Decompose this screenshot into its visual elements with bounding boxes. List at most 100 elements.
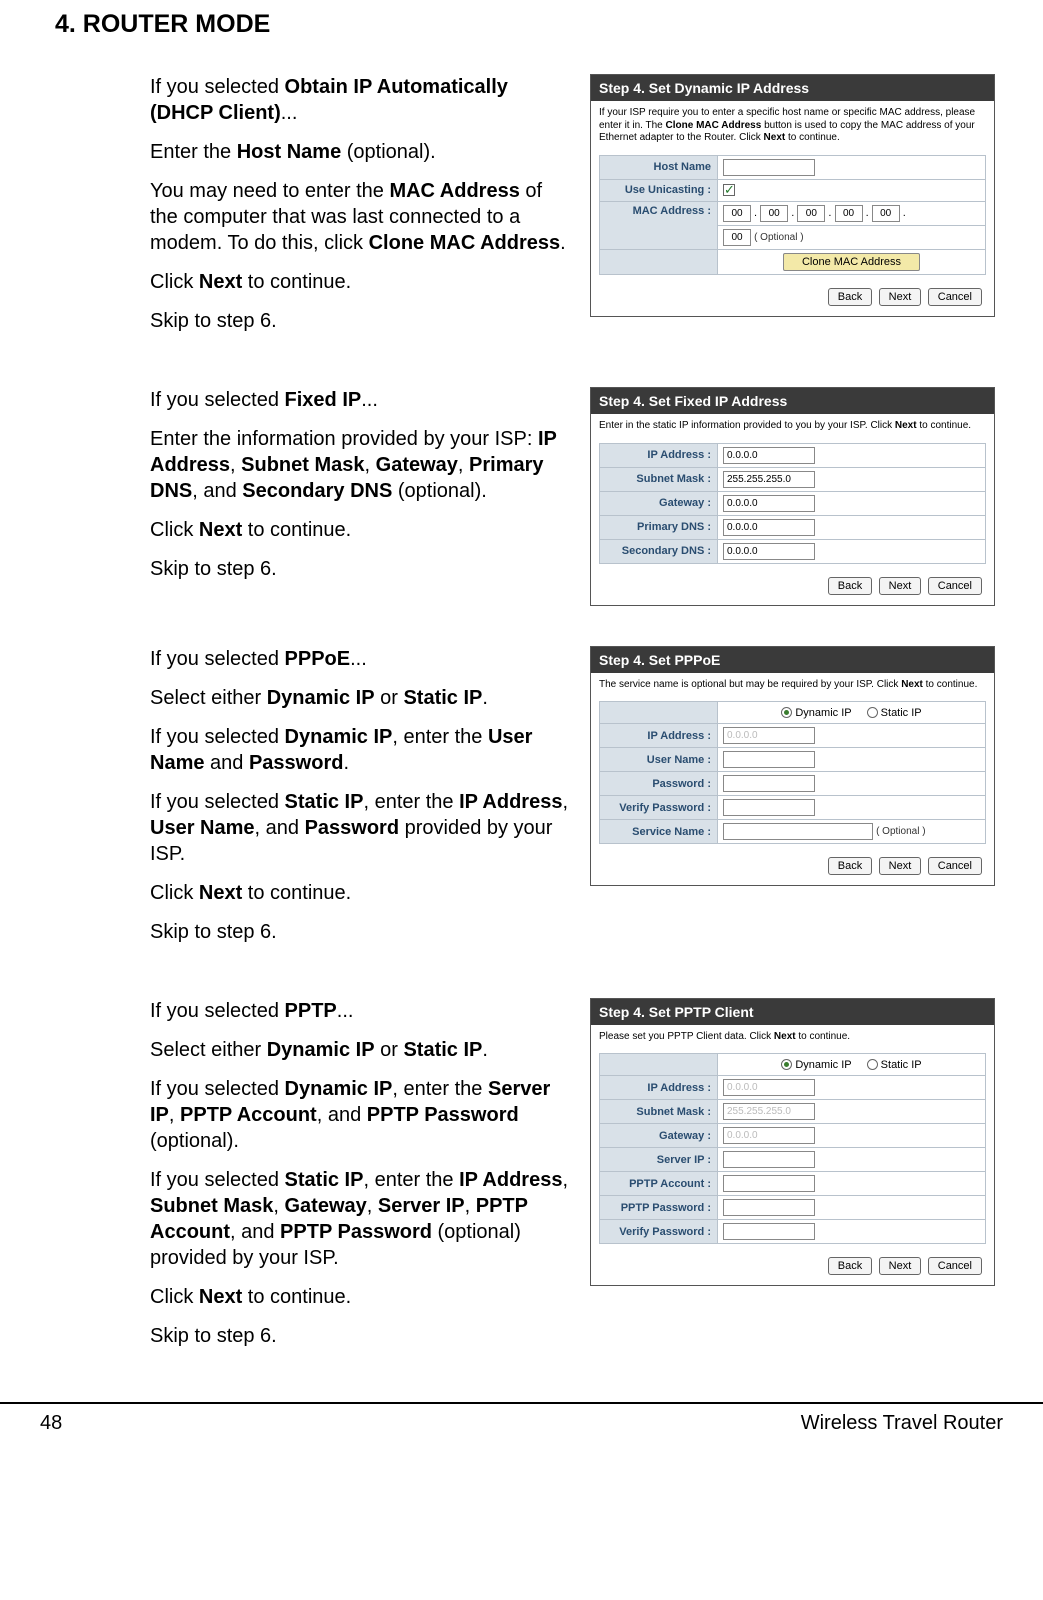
- row-sip-label: Server IP :: [600, 1148, 718, 1172]
- t: You may need to enter the: [150, 180, 389, 202]
- sdns-input[interactable]: [723, 543, 815, 560]
- row-vpass-label: Verify Password :: [600, 796, 718, 820]
- pdns-input[interactable]: [723, 519, 815, 536]
- pptp-text: If you selected PPTP... Select either Dy…: [150, 998, 570, 1362]
- dhcp-panel: Step 4. Set Dynamic IP Address If your I…: [590, 74, 995, 317]
- t: Click: [150, 271, 199, 293]
- radio-static-ip[interactable]: Static IP: [867, 707, 922, 719]
- t: If you selected: [150, 389, 285, 411]
- next-button[interactable]: Next: [879, 288, 922, 306]
- use-unicast-checkbox[interactable]: [723, 184, 735, 196]
- ip-input[interactable]: [723, 1079, 815, 1096]
- pppoe-panel: Step 4. Set PPPoE The service name is op…: [590, 646, 995, 887]
- server-ip-input[interactable]: [723, 1151, 815, 1168]
- pppoe-panel-title: Step 4. Set PPPoE: [591, 647, 994, 673]
- section-dhcp: If you selected Obtain IP Automatically …: [150, 74, 1003, 347]
- dhcp-panel-instr: If your ISP require you to enter a speci…: [591, 101, 994, 151]
- host-name-input[interactable]: [723, 159, 815, 176]
- pppoe-text: If you selected PPPoE... Select either D…: [150, 646, 570, 958]
- cancel-button[interactable]: Cancel: [928, 577, 982, 595]
- row-acct-label: PPTP Account :: [600, 1172, 718, 1196]
- back-button[interactable]: Back: [828, 1257, 872, 1275]
- section-pppoe: If you selected PPPoE... Select either D…: [150, 646, 1003, 958]
- row-ip-label: IP Address :: [600, 724, 718, 748]
- next-button[interactable]: Next: [879, 857, 922, 875]
- row-pass-label: PPTP Password :: [600, 1196, 718, 1220]
- t: Clone MAC Address: [369, 232, 561, 254]
- row-ip-label: IP Address :: [600, 1076, 718, 1100]
- row-ip-label: IP Address :: [600, 443, 718, 467]
- back-button[interactable]: Back: [828, 857, 872, 875]
- page-heading: 4. ROUTER MODE: [55, 10, 1003, 39]
- row-unicast-label: Use Unicasting :: [600, 179, 718, 201]
- row-mask-label: Subnet Mask :: [600, 467, 718, 491]
- page-number: 48: [40, 1412, 62, 1435]
- radio-static-ip[interactable]: Static IP: [867, 1059, 922, 1071]
- username-input[interactable]: [723, 751, 815, 768]
- mac-oct-4[interactable]: [835, 205, 863, 222]
- cancel-button[interactable]: Cancel: [928, 288, 982, 306]
- footer-product: Wireless Travel Router: [801, 1412, 1003, 1435]
- ip-input[interactable]: [723, 727, 815, 744]
- row-mac-label: MAC Address :: [600, 201, 718, 249]
- radio-dynamic-ip[interactable]: Dynamic IP: [781, 1059, 851, 1071]
- t: Skip to step 6.: [150, 308, 570, 334]
- mac-oct-5[interactable]: [872, 205, 900, 222]
- fixed-text: If you selected Fixed IP... Enter the in…: [150, 387, 570, 606]
- clone-mac-button[interactable]: Clone MAC Address: [783, 253, 920, 271]
- pptp-panel-title: Step 4. Set PPTP Client: [591, 999, 994, 1025]
- row-sdns-label: Secondary DNS :: [600, 539, 718, 563]
- t: Host Name: [237, 141, 341, 163]
- mask-input[interactable]: [723, 1103, 815, 1120]
- svc-optional-label: ( Optional ): [876, 826, 925, 837]
- service-name-input[interactable]: [723, 823, 873, 840]
- mac-oct-6[interactable]: [723, 229, 751, 246]
- t: ...: [281, 102, 298, 124]
- row-mask-label: Subnet Mask :: [600, 1100, 718, 1124]
- radio-dynamic-ip[interactable]: Dynamic IP: [781, 707, 851, 719]
- section-fixed-ip: If you selected Fixed IP... Enter the in…: [150, 387, 1003, 606]
- t: Fixed IP: [285, 389, 362, 411]
- pptp-panel-instr: Please set you PPTP Client data. Click N…: [591, 1025, 994, 1050]
- section-pptp: If you selected PPTP... Select either Dy…: [150, 998, 1003, 1362]
- t: .: [560, 232, 566, 254]
- gw-input[interactable]: [723, 1127, 815, 1144]
- row-pdns-label: Primary DNS :: [600, 515, 718, 539]
- fixed-panel-title: Step 4. Set Fixed IP Address: [591, 388, 994, 414]
- verify-password-input[interactable]: [723, 1223, 815, 1240]
- mask-input[interactable]: [723, 471, 815, 488]
- t: to continue.: [242, 271, 351, 293]
- mac-oct-1[interactable]: [723, 205, 751, 222]
- cancel-button[interactable]: Cancel: [928, 857, 982, 875]
- password-input[interactable]: [723, 775, 815, 792]
- verify-password-input[interactable]: [723, 799, 815, 816]
- pptp-account-input[interactable]: [723, 1175, 815, 1192]
- fixed-panel-instr: Enter in the static IP information provi…: [591, 414, 994, 439]
- t: Next: [199, 271, 242, 293]
- pptp-password-input[interactable]: [723, 1199, 815, 1216]
- pppoe-panel-instr: The service name is optional but may be …: [591, 673, 994, 698]
- row-host-name-label: Host Name: [600, 155, 718, 179]
- ip-input[interactable]: [723, 447, 815, 464]
- mac-oct-3[interactable]: [797, 205, 825, 222]
- row-svc-label: Service Name :: [600, 820, 718, 844]
- gw-input[interactable]: [723, 495, 815, 512]
- t: (optional).: [341, 141, 436, 163]
- fixed-panel: Step 4. Set Fixed IP Address Enter in th…: [590, 387, 995, 606]
- t: Enter the: [150, 141, 237, 163]
- t: MAC Address: [389, 180, 519, 202]
- back-button[interactable]: Back: [828, 577, 872, 595]
- dhcp-panel-title: Step 4. Set Dynamic IP Address: [591, 75, 994, 101]
- row-vpass-label: Verify Password :: [600, 1220, 718, 1244]
- next-button[interactable]: Next: [879, 577, 922, 595]
- mac-optional-label: ( Optional ): [754, 232, 803, 243]
- footer-rule: [0, 1402, 1043, 1404]
- dhcp-text: If you selected Obtain IP Automatically …: [150, 74, 570, 347]
- next-button[interactable]: Next: [879, 1257, 922, 1275]
- cancel-button[interactable]: Cancel: [928, 1257, 982, 1275]
- back-button[interactable]: Back: [828, 288, 872, 306]
- row-user-label: User Name :: [600, 748, 718, 772]
- mac-oct-2[interactable]: [760, 205, 788, 222]
- row-pass-label: Password :: [600, 772, 718, 796]
- row-gw-label: Gateway :: [600, 1124, 718, 1148]
